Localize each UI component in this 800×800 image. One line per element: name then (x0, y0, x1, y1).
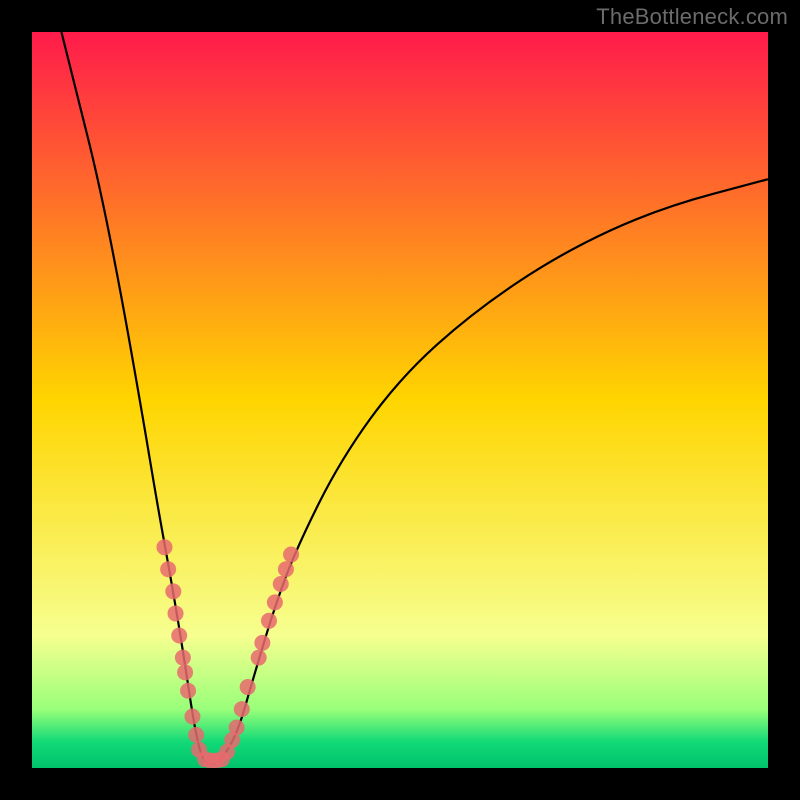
watermark-label: TheBottleneck.com (596, 4, 788, 30)
bottleneck-chart (0, 0, 800, 800)
plot-background (32, 32, 768, 768)
chart-container: TheBottleneck.com (0, 0, 800, 800)
